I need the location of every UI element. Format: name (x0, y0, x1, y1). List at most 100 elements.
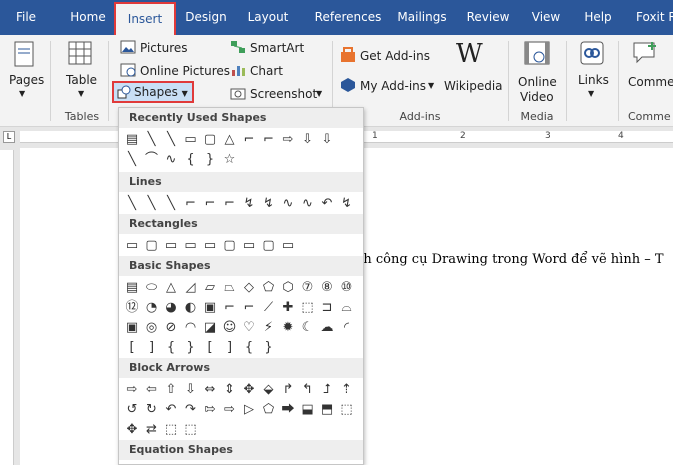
shape-option[interactable]: ⇩ (182, 380, 200, 398)
tab-selector-icon[interactable]: L (3, 131, 15, 143)
tab-layout[interactable]: Layout (240, 0, 296, 35)
shape-option[interactable]: △ (162, 278, 180, 296)
shape-option[interactable]: ◜ (338, 318, 356, 336)
shape-option[interactable]: ▭ (201, 236, 219, 254)
shape-option[interactable]: ▭ (279, 236, 297, 254)
shape-option[interactable]: ⬠ (260, 400, 278, 418)
shape-option[interactable]: ↻ (143, 400, 161, 418)
shape-option[interactable]: ⬡ (279, 278, 297, 296)
shape-option[interactable]: ☺ (221, 318, 239, 336)
shape-option[interactable]: ▤ (123, 278, 141, 296)
shape-option[interactable]: ⏢ (221, 278, 239, 296)
tab-mailings[interactable]: Mailings (392, 0, 452, 35)
shape-option[interactable]: ⌐ (221, 298, 239, 316)
shape-option[interactable]: ⇰ (201, 400, 219, 418)
shape-option[interactable]: ♡ (240, 318, 258, 336)
shape-option[interactable]: ⑦ (299, 278, 317, 296)
shape-option[interactable]: { (182, 150, 200, 168)
pictures-button[interactable]: Pictures (118, 39, 222, 57)
shape-option[interactable]: ⬚ (299, 298, 317, 316)
shape-option[interactable]: ◠ (182, 318, 200, 336)
shape-option[interactable]: ⌐ (221, 194, 239, 212)
tab-help[interactable]: Help (578, 0, 618, 35)
smartart-button[interactable]: SmartArt (228, 39, 308, 57)
chart-button[interactable]: Chart (228, 62, 298, 80)
shape-option[interactable]: ◕ (162, 298, 180, 316)
shape-option[interactable]: ✹ (279, 318, 297, 336)
shape-option[interactable]: ⇕ (221, 380, 239, 398)
shape-option[interactable]: [ (123, 338, 141, 356)
shape-option[interactable]: ↰ (299, 380, 317, 398)
shape-option[interactable]: ⇩ (299, 130, 317, 148)
shape-option[interactable]: ⑧ (318, 278, 336, 296)
shape-option[interactable]: ↷ (182, 400, 200, 418)
links-button[interactable]: Links ▼ (570, 39, 614, 105)
shape-option[interactable]: [ (201, 338, 219, 356)
shape-option[interactable]: ☁ (318, 318, 336, 336)
shape-option[interactable]: ⌐ (240, 130, 258, 148)
shape-option[interactable]: ⚡ (260, 318, 278, 336)
shape-option[interactable]: ▭ (123, 236, 141, 254)
shape-option[interactable]: ⇦ (143, 380, 161, 398)
document-text[interactable]: nh công cụ Drawing trong Word để vẽ hình… (355, 252, 664, 267)
shape-option[interactable]: ◎ (143, 318, 161, 336)
shape-option[interactable]: ▷ (240, 400, 258, 418)
shape-option[interactable]: ∿ (162, 150, 180, 168)
shape-option[interactable]: ☆ (221, 150, 239, 168)
shape-option[interactable]: ⊐ (318, 298, 336, 316)
shape-option[interactable]: △ (221, 130, 239, 148)
shape-option[interactable]: ∿ (299, 194, 317, 212)
shape-option[interactable]: ▱ (201, 278, 219, 296)
shape-option[interactable]: ◿ (182, 278, 200, 296)
shape-option[interactable]: ⬚ (338, 400, 356, 418)
shape-option[interactable]: ⬒ (318, 400, 336, 418)
shape-option[interactable]: ▭ (162, 236, 180, 254)
shape-option[interactable]: ⇧ (162, 380, 180, 398)
shape-option[interactable]: } (260, 338, 278, 356)
shape-option[interactable]: ⇨ (221, 400, 239, 418)
shape-option[interactable]: ⟋ (260, 298, 278, 316)
shape-option[interactable]: ∿ (279, 194, 297, 212)
shape-option[interactable]: ⮕ (279, 400, 297, 418)
shape-option[interactable]: ↺ (123, 400, 141, 418)
shape-option[interactable]: ▣ (123, 318, 141, 336)
shape-option[interactable]: ◔ (143, 298, 161, 316)
shape-option[interactable]: ╲ (123, 194, 141, 212)
shape-option[interactable]: ⊘ (162, 318, 180, 336)
my-addins-button[interactable]: My Add-ins ▼ (340, 77, 440, 95)
shape-option[interactable]: ▭ (182, 130, 200, 148)
shape-option[interactable]: ✥ (240, 380, 258, 398)
shape-option[interactable]: ◐ (182, 298, 200, 316)
tab-insert[interactable]: Insert (114, 2, 176, 35)
shape-option[interactable]: ✚ (279, 298, 297, 316)
shape-option[interactable]: ⇡ (338, 380, 356, 398)
shape-option[interactable]: ◇ (240, 278, 258, 296)
shape-option[interactable]: ▭ (240, 236, 258, 254)
shape-option[interactable]: ⇄ (143, 420, 161, 438)
shape-option[interactable]: ◪ (201, 318, 219, 336)
shape-option[interactable]: ⌐ (260, 130, 278, 148)
tab-view[interactable]: View (526, 0, 566, 35)
shape-option[interactable]: ⇩ (318, 130, 336, 148)
shapes-button[interactable]: Shapes ▼ (112, 81, 194, 103)
shape-option[interactable]: ⑫ (123, 298, 141, 316)
shape-option[interactable]: ↶ (318, 194, 336, 212)
shape-option[interactable]: ⌐ (182, 194, 200, 212)
tab-foxit[interactable]: Foxit Re (628, 0, 673, 35)
shape-option[interactable]: ↶ (162, 400, 180, 418)
shape-option[interactable]: ╲ (143, 194, 161, 212)
shape-option[interactable]: ⮥ (318, 380, 336, 398)
shape-option[interactable]: ▢ (143, 236, 161, 254)
tab-design[interactable]: Design (180, 0, 232, 35)
pages-button[interactable]: Pages ▼ (4, 39, 44, 105)
tab-home[interactable]: Home (60, 0, 116, 35)
tab-file[interactable]: File (0, 0, 52, 35)
screenshot-button[interactable]: Screenshot ▼ (228, 85, 328, 103)
shape-option[interactable]: ↯ (240, 194, 258, 212)
shape-option[interactable]: ╲ (162, 130, 180, 148)
get-addins-button[interactable]: Get Add-ins (340, 47, 430, 65)
shape-option[interactable]: ☾ (299, 318, 317, 336)
tab-review[interactable]: Review (462, 0, 514, 35)
shape-option[interactable]: ╲ (143, 130, 161, 148)
shape-option[interactable]: ↱ (279, 380, 297, 398)
